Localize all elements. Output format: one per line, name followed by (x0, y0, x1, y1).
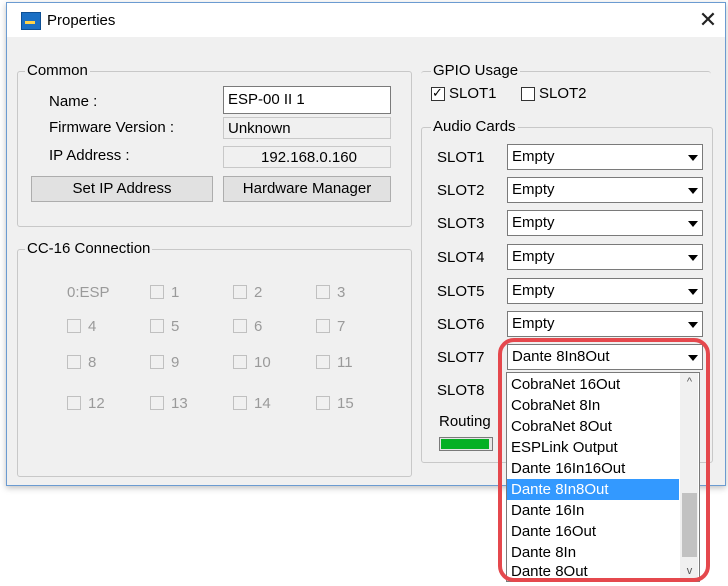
routing-label: Routing (439, 413, 491, 430)
common-group-label: Common (25, 62, 90, 79)
cc16-checkbox-13[interactable] (150, 396, 164, 410)
cc16-item-1-label: 1 (171, 284, 180, 301)
slot4-value: Empty (512, 248, 555, 265)
chevron-down-icon[interactable] (683, 280, 701, 302)
cc16-checkbox-4[interactable] (67, 319, 81, 333)
slot2-label: SLOT2 (437, 182, 485, 199)
slot2-value: Empty (512, 181, 555, 198)
cc16-checkbox-11[interactable] (316, 355, 330, 369)
cc16-item-0-label: 0:ESP (67, 284, 110, 301)
name-label: Name : (49, 93, 98, 110)
cc16-item-12-label: 12 (88, 395, 105, 412)
slot6-value: Empty (512, 315, 555, 332)
firmware-value: Unknown (223, 117, 391, 139)
cc16-checkbox-14[interactable] (233, 396, 247, 410)
slot3-value: Empty (512, 214, 555, 231)
cc16-checkbox-8[interactable] (67, 355, 81, 369)
gpio-slot2-label: SLOT2 (539, 85, 587, 102)
slot3-label: SLOT3 (437, 215, 485, 232)
cc16-checkbox-15[interactable] (316, 396, 330, 410)
slot2-select[interactable]: Empty (507, 177, 703, 203)
ip-value: 192.168.0.160 (223, 146, 391, 168)
cc16-item-7-label: 7 (337, 318, 346, 335)
cc16-checkbox-10[interactable] (233, 355, 247, 369)
slot1-label: SLOT1 (437, 149, 485, 166)
title-bar: Properties ✕ (7, 3, 725, 37)
set-ip-address-button[interactable]: Set IP Address (31, 176, 213, 202)
gpio-slot1-label: SLOT1 (449, 85, 497, 102)
name-field[interactable]: ESP-00 II 1 (223, 86, 391, 114)
cc16-checkbox-12[interactable] (67, 396, 81, 410)
gpio-slot2-checkbox[interactable] (521, 87, 535, 101)
cc16-item-5-label: 5 (171, 318, 180, 335)
cc16-checkbox-9[interactable] (150, 355, 164, 369)
cc16-item-6-label: 6 (254, 318, 263, 335)
cc16-item-15-label: 15 (337, 395, 354, 412)
hardware-manager-button[interactable]: Hardware Manager (223, 176, 391, 202)
close-icon[interactable]: ✕ (695, 7, 721, 33)
cc16-checkbox-1[interactable] (150, 285, 164, 299)
slot6-label: SLOT6 (437, 316, 485, 333)
slot5-select[interactable]: Empty (507, 278, 703, 304)
slot5-value: Empty (512, 282, 555, 299)
slot8-label: SLOT8 (437, 382, 485, 399)
app-icon (21, 12, 41, 30)
chevron-down-icon[interactable] (683, 246, 701, 268)
slot7-label: SLOT7 (437, 349, 485, 366)
audio-cards-group-label: Audio Cards (431, 118, 518, 135)
chevron-down-icon[interactable] (683, 313, 701, 335)
window-title: Properties (47, 12, 116, 29)
firmware-label: Firmware Version : (49, 119, 175, 136)
cc16-item-10-label: 10 (254, 354, 271, 371)
cc16-checkbox-5[interactable] (150, 319, 164, 333)
chevron-down-icon[interactable] (683, 179, 701, 201)
cc16-item-3-label: 3 (337, 284, 346, 301)
slot5-label: SLOT5 (437, 283, 485, 300)
chevron-down-icon[interactable] (683, 212, 701, 234)
cc16-item-2-label: 2 (254, 284, 263, 301)
cc16-item-11-label: 11 (337, 354, 353, 371)
cc16-checkbox-7[interactable] (316, 319, 330, 333)
slot3-select[interactable]: Empty (507, 210, 703, 236)
ip-label: IP Address : (49, 147, 130, 164)
gpio-group-label: GPIO Usage (431, 62, 521, 79)
cc16-item-13-label: 13 (171, 395, 188, 412)
slot4-label: SLOT4 (437, 249, 485, 266)
gpio-slot1-checkbox[interactable] (431, 85, 445, 101)
cc16-item-14-label: 14 (254, 395, 271, 412)
cc16-item-4-label: 4 (88, 318, 97, 335)
cc16-checkbox-6[interactable] (233, 319, 247, 333)
slot4-select[interactable]: Empty (507, 244, 703, 270)
cc16-item-8-label: 8 (88, 354, 97, 371)
highlight-ring (498, 338, 710, 582)
cc16-checkbox-3[interactable] (316, 285, 330, 299)
slot1-select[interactable]: Empty (507, 144, 703, 170)
slot6-select[interactable]: Empty (507, 311, 703, 337)
chevron-down-icon[interactable] (683, 146, 701, 168)
cc16-item-9-label: 9 (171, 354, 180, 371)
routing-progress-bar (439, 437, 493, 451)
cc16-group-label: CC-16 Connection (25, 240, 153, 257)
cc16-checkbox-2[interactable] (233, 285, 247, 299)
slot1-value: Empty (512, 148, 555, 165)
routing-progress-fill (441, 439, 489, 449)
